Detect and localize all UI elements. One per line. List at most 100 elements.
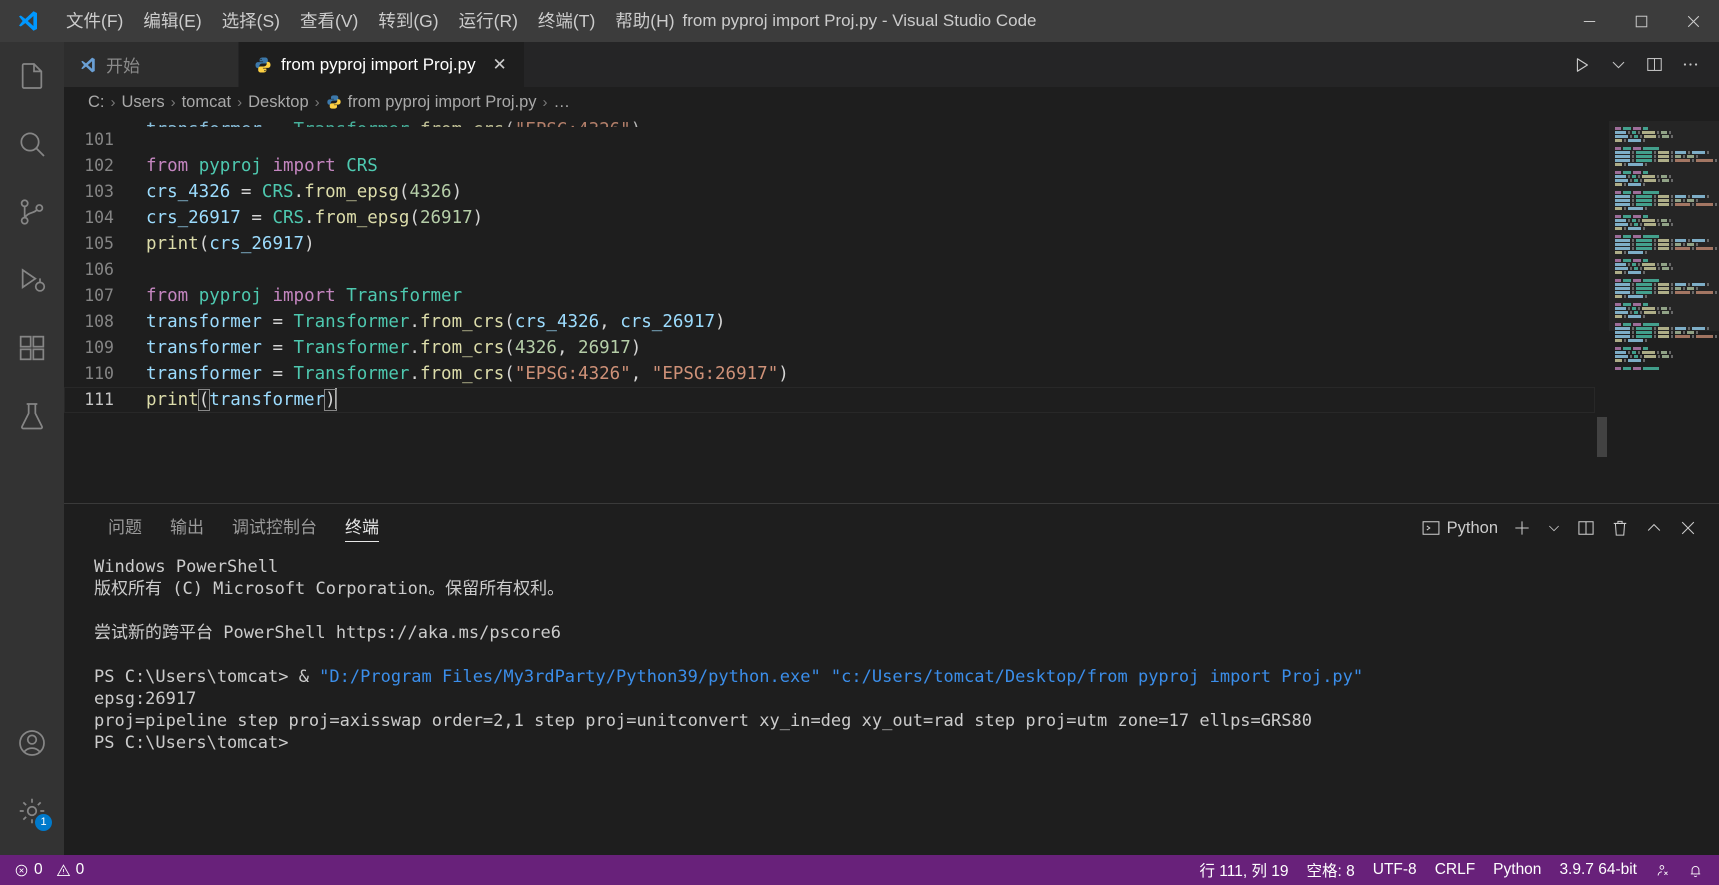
minimap-line [1609, 239, 1719, 242]
code-line-text[interactable]: from pyproj import Transformer [136, 283, 462, 309]
new-terminal-dropdown[interactable] [1541, 511, 1567, 545]
tab-output[interactable]: 输出 [156, 504, 218, 552]
line-number: 107 [84, 286, 114, 305]
editor-position[interactable]: 行 111, 列 19 [1191, 855, 1298, 885]
split-terminal-button[interactable] [1571, 511, 1601, 545]
terminal-output[interactable]: Windows PowerShell 版权所有 (C) Microsoft Cor… [64, 552, 1719, 855]
code-line-text[interactable] [136, 257, 146, 283]
search-icon[interactable] [0, 110, 64, 178]
source-control-icon[interactable] [0, 178, 64, 246]
editor-indentation[interactable]: 空格: 8 [1298, 855, 1364, 885]
vscode-logo-icon [0, 0, 56, 42]
menu-bar[interactable]: 文件(F) 编辑(E) 选择(S) 查看(V) 转到(G) 运行(R) 终端(T… [56, 0, 685, 42]
breadcrumb-item-drive[interactable]: C: [88, 93, 105, 112]
menu-edit[interactable]: 编辑(E) [133, 0, 211, 42]
code-line-text[interactable]: from pyproj import CRS [136, 153, 378, 179]
breadcrumb-item-desktop[interactable]: Desktop [248, 93, 309, 112]
menu-terminal[interactable]: 终端(T) [528, 0, 605, 42]
code-line[interactable]: 105 print(crs_26917) [64, 231, 1595, 257]
menu-go[interactable]: 转到(G) [368, 0, 448, 42]
code-line[interactable]: 107 from pyproj import Transformer [64, 283, 1595, 309]
problems-status[interactable]: 0 0 [0, 855, 93, 885]
code-line[interactable]: 109 transformer = Transformer.from_crs(43… [64, 335, 1595, 361]
extensions-icon[interactable] [0, 314, 64, 382]
tab-problems[interactable]: 问题 [94, 504, 156, 552]
menu-run[interactable]: 运行(R) [449, 0, 528, 42]
editor-language[interactable]: Python [1484, 855, 1550, 885]
terminal-line: 尝试新的跨平台 PowerShell https://aka.ms/pscore… [94, 623, 561, 643]
line-number: 102 [84, 156, 114, 175]
breadcrumb-separator: › [542, 93, 548, 111]
code-line[interactable]: 103 crs_4326 = CRS.from_epsg(4326) [64, 179, 1595, 205]
code-line[interactable]: 101 [64, 127, 1595, 153]
scrollbar-thumb[interactable] [1597, 417, 1607, 457]
code-line[interactable]: 111 print(transformer) [64, 387, 1595, 413]
code-editor[interactable]: transformer = Transformer.from_crs("EPSG… [64, 117, 1719, 503]
tab-terminal[interactable]: 终端 [331, 504, 393, 552]
minimap[interactable] [1609, 117, 1719, 503]
code-line[interactable]: 110 transformer = Transformer.from_crs("E… [64, 361, 1595, 387]
code-line-text[interactable] [136, 127, 146, 153]
tab-debug-console[interactable]: 调试控制台 [218, 504, 331, 552]
minimap-line [1609, 355, 1719, 358]
new-terminal-button[interactable] [1507, 511, 1537, 545]
kill-terminal-button[interactable] [1605, 511, 1635, 545]
bell-icon[interactable] [1679, 855, 1719, 885]
minimap-line [1609, 359, 1719, 362]
activity-bar: 1 [0, 42, 64, 855]
menu-help[interactable]: 帮助(H) [605, 0, 684, 42]
run-python-file-button[interactable] [1565, 48, 1599, 82]
editor-eol[interactable]: CRLF [1426, 855, 1484, 885]
code-line[interactable]: 108 transformer = Transformer.from_crs(cr… [64, 309, 1595, 335]
minimize-button[interactable] [1563, 0, 1615, 42]
code-line-text[interactable]: transformer = Transformer.from_crs(crs_4… [136, 309, 726, 335]
feedback-icon[interactable] [1646, 855, 1679, 885]
breadcrumb-item-users[interactable]: Users [122, 93, 165, 112]
close-icon[interactable]: ✕ [490, 55, 510, 75]
chevron-down-icon[interactable] [1601, 48, 1635, 82]
code-line-text[interactable]: transformer = Transformer.from_crs("EPSG… [136, 361, 789, 387]
run-debug-icon[interactable] [0, 246, 64, 314]
window-controls [1563, 0, 1719, 42]
code-line-text[interactable]: print(crs_26917) [136, 231, 315, 257]
code-line-text[interactable]: crs_4326 = CRS.from_epsg(4326) [136, 179, 462, 205]
python-interpreter[interactable]: 3.9.7 64-bit [1550, 855, 1646, 885]
terminal-line: 版权所有 (C) Microsoft Corporation。保留所有权利。 [94, 579, 565, 599]
menu-selection[interactable]: 选择(S) [212, 0, 290, 42]
error-icon [15, 864, 28, 876]
status-bar-right: 行 111, 列 19 空格: 8 UTF-8 CRLF Python 3.9.… [1191, 855, 1719, 885]
terminal-shell-selector[interactable]: Python [1416, 511, 1503, 545]
ellipsis-icon[interactable] [1673, 48, 1707, 82]
split-editor-right-icon[interactable] [1637, 48, 1671, 82]
code-line-text[interactable]: crs_26917 = CRS.from_epsg(26917) [136, 205, 483, 231]
line-number: 103 [84, 182, 114, 201]
testing-icon[interactable] [0, 382, 64, 450]
close-button[interactable] [1667, 0, 1719, 42]
settings-gear-icon[interactable]: 1 [0, 777, 64, 845]
terminal-line: PS C:\Users\tomcat> & "D:/Program Files/… [94, 667, 1364, 687]
tab-python-file[interactable]: from pyproj import Proj.py ✕ [239, 42, 525, 87]
breadcrumb-item-tomcat[interactable]: tomcat [182, 93, 232, 112]
menu-view[interactable]: 查看(V) [290, 0, 368, 42]
code-line[interactable]: 106 [64, 257, 1595, 283]
breadcrumb-item-file[interactable]: from pyproj import Proj.py [326, 93, 537, 112]
editor-encoding[interactable]: UTF-8 [1364, 855, 1426, 885]
minimap-line [1609, 363, 1719, 366]
explorer-icon[interactable] [0, 42, 64, 110]
code-line-text[interactable]: transformer = Transformer.from_crs(4326,… [136, 335, 641, 361]
code-lines[interactable]: transformer = Transformer.from_crs("EPSG… [64, 117, 1595, 503]
tab-welcome[interactable]: 开始 [64, 42, 239, 87]
editor-vertical-scrollbar[interactable] [1595, 117, 1609, 503]
code-line-text[interactable]: print(transformer) [136, 387, 337, 413]
close-panel-button[interactable] [1673, 511, 1703, 545]
minimap-line [1609, 347, 1719, 350]
split-icon [1578, 521, 1594, 535]
menu-file[interactable]: 文件(F) [56, 0, 133, 42]
breadcrumb-item-symbol[interactable]: … [554, 93, 571, 112]
maximize-panel-button[interactable] [1639, 511, 1669, 545]
breadcrumb[interactable]: C: › Users › tomcat › Desktop › from pyp… [64, 87, 1719, 117]
maximize-button[interactable] [1615, 0, 1667, 42]
code-line[interactable]: 102 from pyproj import CRS [64, 153, 1595, 179]
accounts-icon[interactable] [0, 709, 64, 777]
code-line[interactable]: 104 crs_26917 = CRS.from_epsg(26917) [64, 205, 1595, 231]
